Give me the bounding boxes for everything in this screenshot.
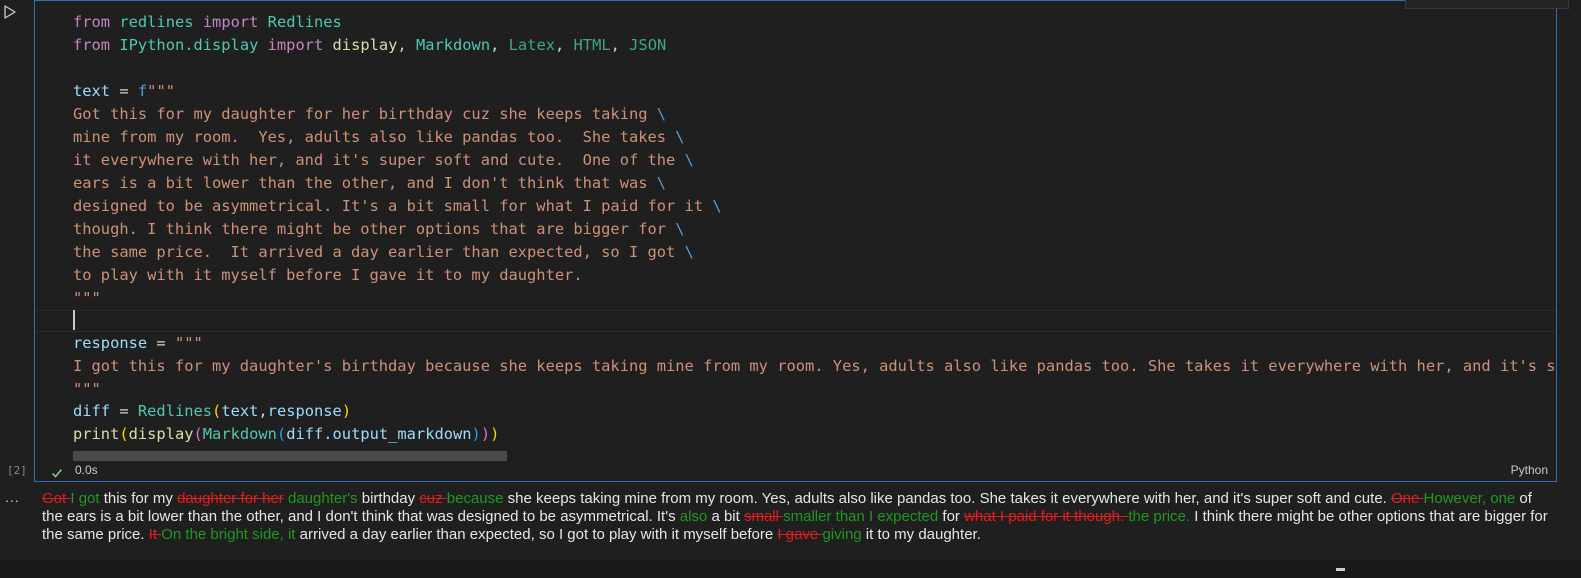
inserted-text: On the bright side, it [161,526,296,543]
module-name: redlines [119,13,194,31]
unchanged-text: arrived a day earlier than expected, so … [295,526,778,543]
code-line-diff: diff = Redlines(text,response) [73,402,352,420]
unchanged-text: for [938,508,965,525]
variable-response: response [73,334,148,352]
markdown-output: Got I got this for my daughter for her d… [42,490,1552,544]
deleted-text: daughter for her [177,490,284,507]
execution-count: [2] [7,464,27,477]
text-cursor [73,310,75,330]
inserted-text: I got [70,490,100,507]
string-line: it everywhere with her, and it's super s… [73,151,694,169]
inserted-text: the price. [1128,508,1191,525]
inserted-text: giving [822,526,862,543]
output-more-icon[interactable]: ... [5,489,20,505]
imported-name: display [332,36,398,54]
unchanged-text: it to my daughter. [861,526,981,543]
code-editor[interactable]: from redlines import Redlines from IPyth… [35,9,1556,449]
current-line-highlight [35,310,1556,332]
deleted-text: It [148,526,162,543]
code-line-print: print(display(Markdown(diff.output_markd… [73,425,500,443]
unchanged-text: a bit [707,508,744,525]
scroll-indicator [1336,568,1345,571]
imported-name: JSON [629,36,667,54]
imported-name: Latex [508,36,555,54]
check-icon [51,464,63,483]
deleted-text: I gave [777,526,823,543]
inserted-text: daughter's [283,490,358,507]
execution-time: 0.0s [75,463,98,477]
keyword-from: from [73,13,111,31]
code-line-response: response = """ [73,334,203,352]
deleted-text: what I paid for it though. [964,508,1129,525]
string-line: to play with it myself before I gave it … [73,266,583,284]
horizontal-scrollbar[interactable] [73,451,507,461]
string-line: designed to be asymmetrical. It's a bit … [73,197,722,215]
string-line: I got this for my daughter's birthday be… [73,357,1556,375]
module-name: IPython.display [119,36,259,54]
string-line: mine from my room. Yes, adults also like… [73,128,685,146]
code-line-4: text = f""" [73,82,175,100]
inserted-text: because [446,490,504,507]
cell-toolbar [1405,0,1569,9]
string-line: Got this for my daughter for her birthda… [73,105,667,123]
string-close: """ [73,289,101,307]
unchanged-text: birthday [357,490,420,507]
deleted-text: One [1391,490,1424,507]
string-line: ears is a bit lower than the other, and … [73,174,667,192]
deleted-text: small [743,508,784,525]
imported-name: Markdown [415,36,491,54]
imported-name: HTML [573,36,611,54]
keyword-import: import [267,36,324,54]
unchanged-text: she keeps taking mine from my room. Yes,… [503,490,1391,507]
keyword-import: import [202,13,259,31]
code-line-1: from redlines import Redlines [73,11,342,34]
imported-name: Redlines [267,13,342,31]
inserted-text: also [679,508,708,525]
string-close: """ [73,380,101,398]
inserted-text: smaller than I expected [783,508,939,525]
variable-text: text [73,82,111,100]
language-selector[interactable]: Python [1511,463,1548,477]
code-cell[interactable]: from redlines import Redlines from IPyth… [34,0,1569,483]
code-line-2: from IPython.display import display, Mar… [73,36,667,54]
deleted-text: cuz [419,490,447,507]
inserted-text: However, one [1423,490,1516,507]
play-icon [4,5,16,19]
unchanged-text: this for my [99,490,178,507]
string-line: the same price. It arrived a day earlier… [73,243,694,261]
keyword-from: from [73,36,111,54]
string-line: though. I think there might be other opt… [73,220,685,238]
deleted-text: Got [42,490,71,507]
run-cell-button[interactable] [3,4,19,20]
